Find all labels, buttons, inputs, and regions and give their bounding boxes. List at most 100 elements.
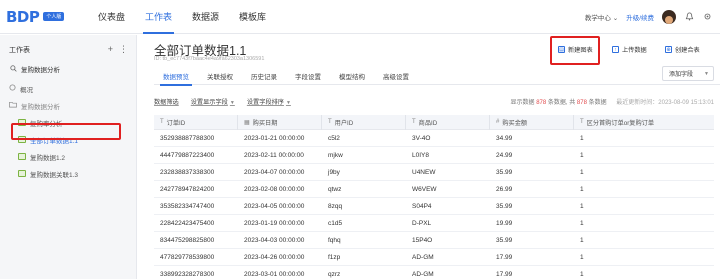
table-cell: qzrz: [328, 270, 341, 278]
table-cell: fqhq: [328, 236, 341, 244]
table-row[interactable]: 353582334747400 2023-04-05 00:00:00 8zqq S0…: [154, 198, 714, 215]
sidebar-item-repurchase-data[interactable]: 复购数据1.2: [0, 148, 136, 165]
table-row[interactable]: 242778947824200 2023-02-08 00:00:00 qtwz W6…: [154, 181, 714, 198]
more-icon[interactable]: ⋮: [119, 44, 128, 55]
overview-icon: [9, 84, 16, 93]
tab-field-settings[interactable]: 字段设置: [286, 67, 330, 85]
table-row[interactable]: 444779887223400 2023-02-11 00:00:00 mjkw L0…: [154, 147, 714, 164]
last-updated: 最近更新时间：2023-08-09 15:13:01: [616, 99, 714, 106]
table-cell: 17.99: [496, 270, 513, 278]
merge-icon: ⊕: [665, 46, 672, 53]
search-input[interactable]: 复购数据分析: [21, 64, 60, 74]
display-fields-link[interactable]: 设置显示字段 ▼: [191, 97, 235, 106]
sidebar-item-folder[interactable]: 复购数据分析: [0, 97, 136, 114]
table-row[interactable]: 228422423475400 2023-01-19 00:00:00 c1d5 D-…: [154, 215, 714, 232]
table-cell: 2023-02-11 00:00:00: [244, 151, 304, 159]
table-cell: 353582334747400: [160, 202, 215, 210]
sub-tabs: 数据预览 关联授权 历史记录 字段设置 模型结构 高级设置: [154, 67, 720, 86]
table-cell: 834475298825800: [160, 236, 215, 244]
nav-tab-dashboard[interactable]: 仪表盘: [88, 0, 135, 34]
nav-tab-worksheets[interactable]: 工作表: [135, 0, 182, 34]
table-cell: 34.99: [496, 134, 513, 142]
table-cell: 1: [580, 151, 584, 159]
tab-advanced-settings[interactable]: 高级设置: [374, 67, 418, 85]
table-cell: 2023-01-21 00:00:00: [244, 134, 305, 142]
table-body: 352938887788300 2023-01-21 00:00:00 c5l2 3V…: [154, 130, 714, 279]
table-cell: 1: [580, 202, 584, 210]
nav-tab-datasources[interactable]: 数据源: [182, 0, 229, 34]
table-row[interactable]: 338992328278300 2023-03-01 00:00:00 qzrz AD…: [154, 266, 714, 279]
column-header[interactable]: # 购买金额: [490, 114, 574, 130]
table-cell: 8zqq: [328, 202, 343, 210]
total-count: 878: [576, 99, 587, 106]
sidebar-item-label: 复购数据关联1.3: [30, 171, 79, 179]
nav-tab-templates[interactable]: 模板库: [229, 0, 276, 34]
selection-highlight-box: [11, 123, 121, 140]
text-type-icon: T: [160, 119, 164, 125]
sidebar-item-repurchase-join[interactable]: 复购数据关联1.3: [0, 165, 136, 182]
column-header[interactable]: T 订单ID: [154, 114, 238, 130]
table-row[interactable]: 232838837338300 2023-04-07 00:00:00 j9by U4…: [154, 164, 714, 181]
table-id: ID: tb_ec7743f7baac4e4a9fa62303a1306591: [154, 56, 265, 62]
table-cell: 1: [580, 219, 584, 227]
table-cell: 2023-04-03 00:00:00: [244, 236, 305, 244]
table-cell: 2023-04-26 00:00:00: [244, 253, 305, 261]
table-cell: 35.99: [496, 168, 513, 176]
chevron-down-icon: ⌄: [612, 14, 619, 22]
create-merge-button[interactable]: ⊕ 创建合表: [665, 43, 700, 56]
table-row[interactable]: 834475298825800 2023-04-03 00:00:00 fqhq 15…: [154, 232, 714, 249]
table-cell: 2023-02-08 00:00:00: [244, 185, 305, 193]
sidebar-search[interactable]: 复购数据分析: [6, 62, 130, 76]
tab-history[interactable]: 历史记录: [242, 67, 286, 85]
tab-model-structure[interactable]: 模型结构: [330, 67, 374, 85]
brand-logo[interactable]: BDP 个人版: [0, 8, 88, 26]
edition-badge: 个人版: [43, 12, 65, 21]
add-field-label: 添加字段: [669, 72, 694, 78]
table-cell: 242778947824200: [160, 185, 215, 193]
nav-right-area: 教学中心 ⌄ 升级/续费: [585, 9, 720, 24]
table-header: T 订单ID ▦ 购买日期 T 用户ID T 商品ID # 购买金额 T 区分首购订单or复…: [154, 114, 714, 130]
table-cell: 35.99: [496, 202, 513, 210]
field-sort-link[interactable]: 设置字段排序 ▼: [247, 97, 291, 106]
table-cell: 352938887788300: [160, 134, 215, 142]
sidebar-item-label: 复购数据1.2: [30, 154, 66, 162]
table-cell: 338992328278300: [160, 270, 215, 278]
table-cell: 1: [580, 168, 584, 176]
upgrade-link[interactable]: 升级/续费: [626, 12, 654, 22]
tab-data-preview[interactable]: 数据预览: [154, 67, 198, 86]
help-center-link[interactable]: 教学中心 ⌄: [585, 12, 618, 22]
table-row[interactable]: 352938887788300 2023-01-21 00:00:00 c5l2 3V…: [154, 130, 714, 147]
table-cell: 444779887223400: [160, 151, 215, 159]
table-cell: D-PXL: [412, 219, 432, 227]
column-header[interactable]: T 用户ID: [322, 114, 406, 130]
user-avatar[interactable]: [662, 9, 676, 24]
upload-icon: ↑: [612, 46, 619, 53]
column-header[interactable]: T 商品ID: [406, 114, 490, 130]
sidebar-item-overview[interactable]: 概况: [0, 80, 136, 97]
settings-icon[interactable]: [702, 12, 712, 22]
table-cell: 19.99: [496, 219, 513, 227]
table-cell: 2023-01-19 00:00:00: [244, 219, 305, 227]
column-header[interactable]: T 区分首购订单or复购订单: [574, 115, 714, 130]
bell-icon[interactable]: [684, 12, 694, 22]
create-merge-label: 创建合表: [675, 47, 700, 54]
data-filter-link[interactable]: 数据筛选: [154, 97, 179, 106]
logo-text: BDP: [6, 7, 40, 26]
upload-data-button[interactable]: ↑ 上传数据: [612, 43, 647, 56]
column-header[interactable]: ▦ 购买日期: [238, 114, 322, 130]
table-cell: 26.99: [496, 185, 513, 193]
table-cell: 1: [580, 236, 584, 244]
table-row[interactable]: 477829778539800 2023-04-26 00:00:00 f1zp AD…: [154, 249, 714, 266]
add-icon[interactable]: +: [108, 44, 113, 55]
sidebar: 工作表 + ⋮ 复购数据分析 概况 复购数据分析 复购率分析 全部订单数据1.1…: [0, 35, 137, 279]
tab-association[interactable]: 关联授权: [198, 67, 242, 85]
text-type-icon: T: [412, 119, 416, 125]
shown-count: 878: [536, 99, 547, 106]
data-table: T 订单ID ▦ 购买日期 T 用户ID T 商品ID # 购买金额 T 区分首购订单or复…: [154, 114, 714, 279]
table-cell: U4NEW: [412, 168, 436, 176]
add-field-dropdown[interactable]: 添加字段 ▼: [662, 66, 714, 81]
chevron-down-icon: ▼: [229, 99, 235, 106]
chevron-down-icon: ▼: [285, 99, 291, 106]
table-cell: 15P4O: [412, 236, 433, 244]
table-cell: AD-GM: [412, 253, 434, 261]
